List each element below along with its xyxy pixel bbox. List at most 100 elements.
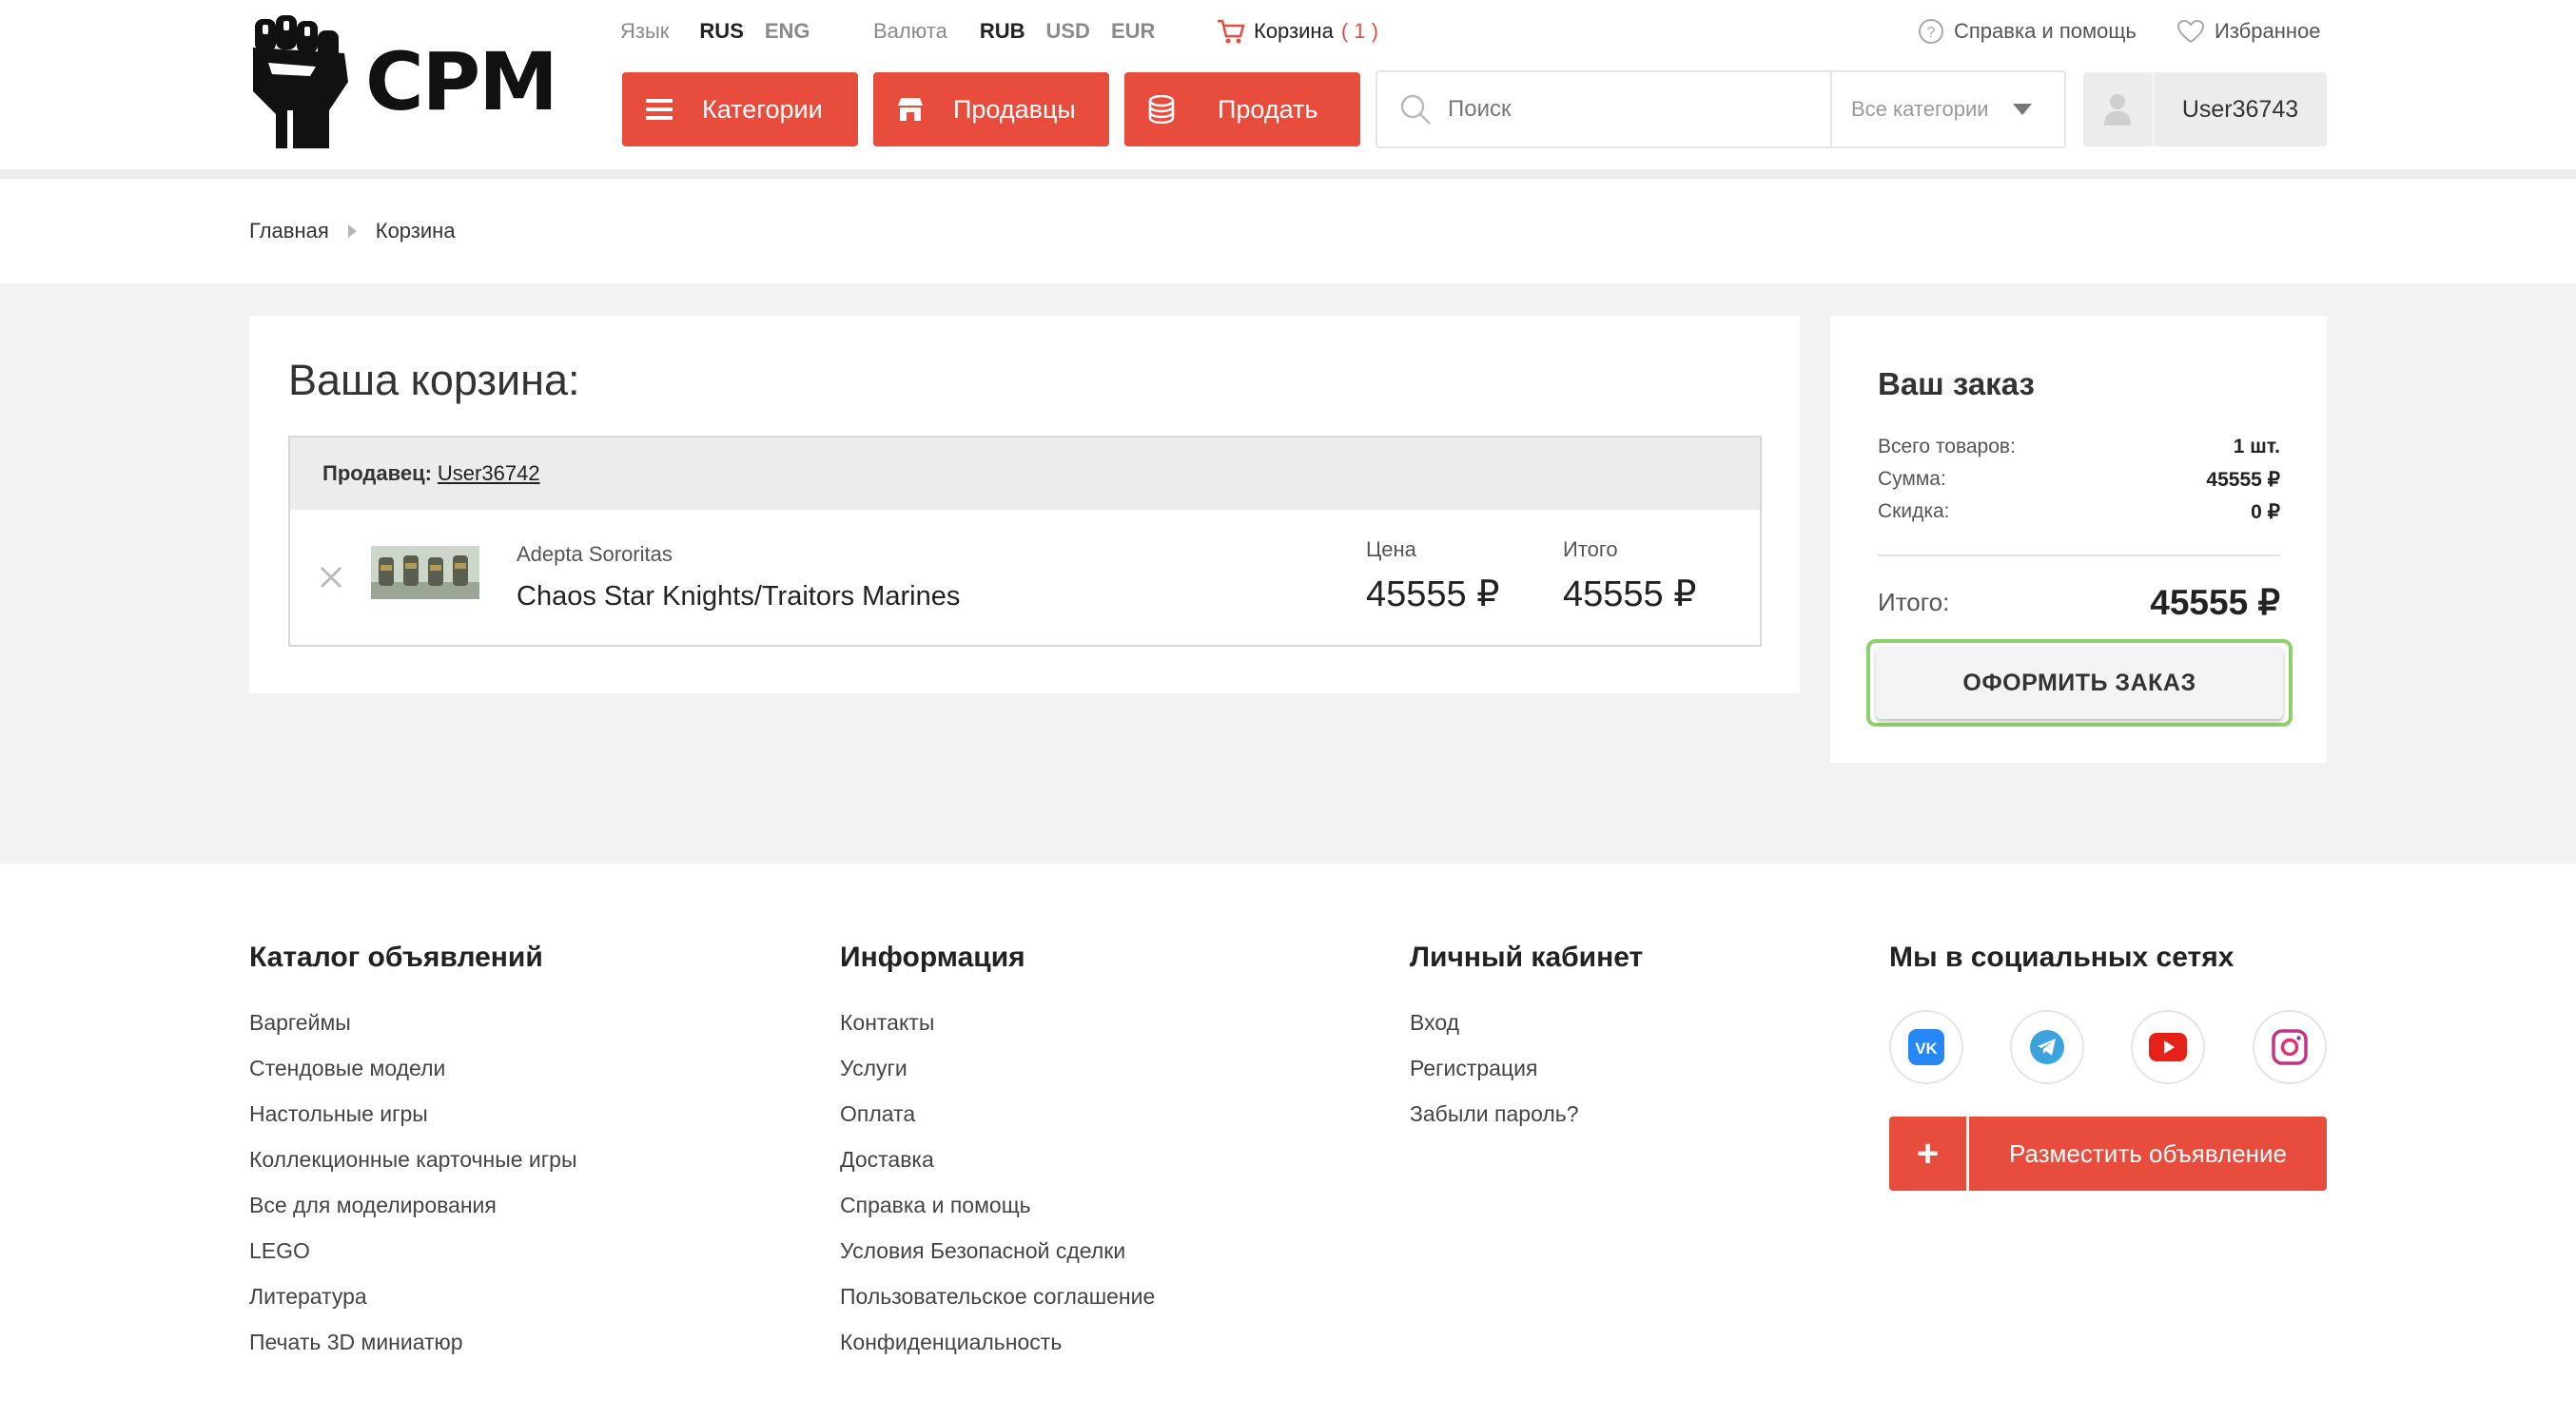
order-total-row: Итого: 45555 ₽ [1878, 582, 2280, 623]
language-label: Язык [620, 19, 670, 43]
order-row-label: Скидка: [1878, 500, 1950, 522]
categories-button[interactable]: Категории [622, 72, 858, 146]
footer-link[interactable]: Оплата [840, 1099, 1155, 1145]
search-icon [1400, 94, 1431, 125]
search-category-label: Все категории [1851, 97, 1989, 121]
footer-link[interactable]: Услуги [840, 1054, 1155, 1099]
footer-info-title: Информация [840, 942, 1025, 973]
order-row-value: 1 шт. [2233, 436, 2280, 457]
footer-link[interactable]: Пользовательское соглашение [840, 1282, 1155, 1328]
order-row-discount: Скидка: 0 ₽ [1878, 500, 2280, 524]
footer-info-links: Контакты Услуги Оплата Доставка Справка … [840, 1008, 1155, 1373]
menu-icon [645, 95, 673, 124]
currency-label: Валюта [873, 19, 947, 43]
post-ad-button[interactable]: + Разместить объявление [1889, 1117, 2327, 1191]
checkout-button[interactable]: ОФОРМИТЬ ЗАКАЗ [1876, 647, 2283, 719]
cart-title: Ваша корзина: [288, 356, 580, 404]
footer-link[interactable]: Справка и помощь [840, 1191, 1155, 1236]
order-total-label: Итого: [1878, 588, 1950, 616]
youtube-icon[interactable] [2131, 1010, 2205, 1084]
currency-option-eur[interactable]: EUR [1111, 19, 1155, 44]
item-total-label: Итого [1563, 537, 1618, 561]
product-thumbnail[interactable] [371, 546, 479, 599]
footer-link[interactable]: Условия Безопасной сделки [840, 1236, 1155, 1282]
footer-link[interactable]: Коллекционные карточные игры [249, 1145, 576, 1191]
search-category-select[interactable]: Все категории [1832, 72, 2064, 146]
telegram-icon[interactable] [2010, 1010, 2084, 1084]
plus-icon: + [1889, 1117, 1969, 1191]
cart-icon [1218, 19, 1245, 44]
sellers-button-label: Продавцы [953, 94, 1076, 124]
order-row-value: 0 ₽ [2251, 501, 2280, 523]
footer-catalog-links: Варгеймы Стендовые модели Настольные игр… [249, 1008, 576, 1373]
footer-link[interactable]: Литература [249, 1282, 576, 1328]
currency-switcher: Валюта RUB USD EUR [873, 15, 1155, 48]
cart-label: Корзина [1254, 19, 1334, 43]
order-row-label: Всего товаров: [1878, 436, 2016, 457]
product-name[interactable]: Chaos Star Knights/Traitors Marines [517, 581, 960, 612]
categories-button-label: Категории [702, 94, 823, 124]
currency-option-rub[interactable]: RUB [980, 19, 1025, 44]
seller-link[interactable]: User36742 [438, 461, 540, 486]
item-total-value: 45555 ₽ [1563, 574, 1697, 614]
order-row-label: Сумма: [1878, 468, 1946, 490]
footer-link[interactable]: Печать 3D миниатюр [249, 1328, 576, 1373]
search-bar: Поиск Все категории [1376, 70, 2066, 148]
store-icon [896, 95, 925, 124]
breadcrumb-current: Корзина [375, 219, 456, 243]
order-divider [1878, 554, 2280, 556]
footer-link[interactable]: Все для моделирования [249, 1191, 576, 1236]
question-circle-icon: ? [1919, 19, 1943, 44]
breadcrumb-home[interactable]: Главная [249, 219, 329, 243]
language-option-rus[interactable]: RUS [699, 19, 743, 44]
language-switcher: Язык RUS ENG [620, 15, 810, 48]
fist-logo-icon [253, 15, 348, 148]
footer-link[interactable]: Конфиденциальность [840, 1328, 1155, 1373]
remove-item-icon[interactable] [318, 564, 344, 591]
footer-link[interactable]: Контакты [840, 1008, 1155, 1054]
currency-option-usd[interactable]: USD [1046, 19, 1090, 44]
breadcrumb-separator-icon [347, 224, 357, 238]
favorites-link[interactable]: Избранное [2176, 15, 2321, 48]
footer-link[interactable]: LEGO [249, 1236, 576, 1282]
footer-link[interactable]: Стендовые модели [249, 1054, 576, 1099]
sellers-button[interactable]: Продавцы [873, 72, 1109, 146]
footer-link-register[interactable]: Регистрация [1410, 1054, 1579, 1099]
cart-item-row [288, 510, 1762, 647]
logo-text: CPM [365, 35, 558, 128]
cart-link[interactable]: Корзина ( 1 ) [1216, 15, 1378, 48]
footer-account-links: Вход Регистрация Забыли пароль? [1410, 1008, 1579, 1145]
search-input[interactable]: Поиск [1377, 72, 1832, 146]
order-title: Ваш заказ [1878, 366, 2035, 401]
price-value: 45555 ₽ [1366, 574, 1500, 614]
price-label: Цена [1366, 537, 1416, 561]
svg-text:VK: VK [1915, 1040, 1938, 1058]
svg-text:?: ? [1927, 25, 1936, 41]
footer-social-title: Мы в социальных сетях [1889, 942, 2234, 973]
help-link[interactable]: ? Справка и помощь [1918, 15, 2137, 48]
order-row-sum: Сумма: 45555 ₽ [1878, 468, 2280, 492]
footer-link[interactable]: Доставка [840, 1145, 1155, 1191]
footer-catalog-title: Каталог объявлений [249, 942, 543, 973]
site-logo[interactable]: CPM [249, 15, 563, 148]
footer-account-title: Личный кабинет [1410, 942, 1644, 973]
seller-bar: Продавец: User36742 [288, 436, 1762, 512]
product-category: Adepta Sororitas [517, 542, 673, 566]
sell-button[interactable]: Продать [1124, 72, 1360, 146]
instagram-icon[interactable] [2253, 1010, 2327, 1084]
footer-link-forgot-password[interactable]: Забыли пароль? [1410, 1099, 1579, 1145]
order-total-value: 45555 ₽ [2150, 583, 2280, 622]
footer-link[interactable]: Варгеймы [249, 1008, 576, 1054]
favorites-label: Избранное [2215, 19, 2321, 43]
footer-link-login[interactable]: Вход [1410, 1008, 1579, 1054]
sell-button-label: Продать [1218, 94, 1318, 124]
user-menu[interactable]: User36743 [2083, 72, 2327, 146]
post-ad-label: Разместить объявление [2008, 1138, 2288, 1168]
footer-link[interactable]: Настольные игры [249, 1099, 576, 1145]
vk-icon[interactable]: VK [1889, 1010, 1963, 1084]
language-option-eng[interactable]: ENG [765, 19, 810, 44]
user-icon [2104, 94, 2131, 126]
order-row-value: 45555 ₽ [2206, 469, 2280, 491]
order-row-count: Всего товаров: 1 шт. [1878, 436, 2280, 458]
breadcrumb: Главная Корзина [249, 219, 456, 243]
